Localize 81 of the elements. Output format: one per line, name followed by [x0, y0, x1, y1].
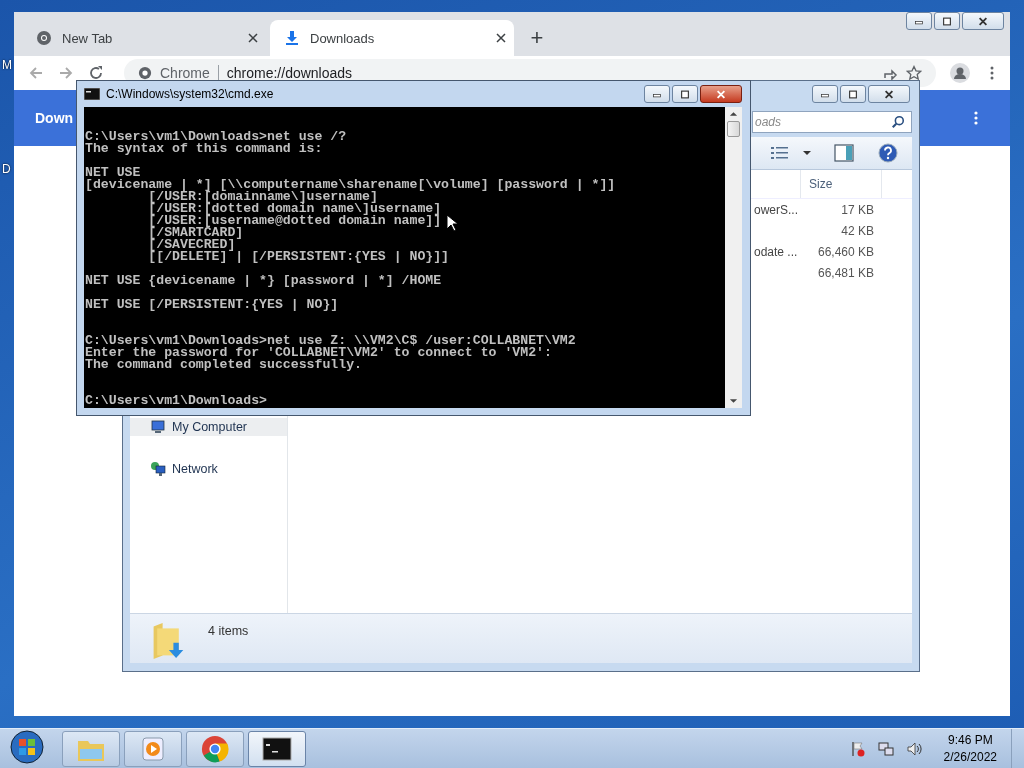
console-line: The command completed successfully.: [85, 359, 362, 371]
console-line: [/USER:[domainname\]username]: [148, 191, 378, 203]
browser-logo-icon: [36, 30, 52, 46]
caret-icon[interactable]: [802, 150, 812, 156]
browser-tab[interactable]: New Tab: [22, 20, 266, 56]
volume-icon[interactable]: [905, 740, 922, 757]
star-icon[interactable]: [906, 65, 922, 81]
console-line: [/USER:[username@dotted domain name]]: [147, 215, 442, 227]
minimize-button[interactable]: [644, 85, 670, 103]
close-icon[interactable]: [496, 33, 506, 43]
download-icon: [284, 30, 300, 46]
console-line: [/SMARTCARD]: [147, 227, 244, 239]
close-button[interactable]: [962, 12, 1004, 30]
maximize-icon: [847, 89, 859, 99]
new-tab-button[interactable]: +: [522, 20, 552, 56]
terminal-icon: [84, 88, 100, 100]
scroll-up-icon[interactable]: [729, 111, 738, 117]
window-title: C:\Windows\system32\cmd.exe: [106, 87, 274, 101]
preview-pane-icon[interactable]: [834, 144, 854, 162]
file-size: 42 KB: [840, 223, 874, 238]
file-size: 17 KB: [840, 202, 874, 217]
desktop-icon-label: M: [2, 58, 12, 72]
console-line: [/SAVECRED]: [147, 239, 236, 251]
console-line: C:\Users\vm1\Downloads>: [85, 395, 268, 407]
scroll-thumb[interactable]: [727, 121, 740, 137]
search-icon: [891, 115, 905, 129]
help-icon[interactable]: [878, 143, 898, 163]
maximize-button[interactable]: [840, 85, 866, 103]
maximize-button[interactable]: [934, 12, 960, 30]
windows-orb-icon: [10, 730, 44, 764]
maximize-button[interactable]: [672, 85, 698, 103]
computer-icon: [150, 419, 166, 435]
console-line: C:\Users\vm1\Downloads>net use Z: \\VM2\C$ /user:COLLABNET\VM2: [85, 335, 576, 347]
browser-logo-icon: [138, 66, 152, 80]
view-options-icon[interactable]: [770, 144, 790, 162]
maximize-icon: [941, 16, 953, 26]
search-field[interactable]: oads: [752, 111, 912, 133]
close-icon: [883, 89, 895, 99]
maximize-icon: [679, 89, 691, 99]
close-button[interactable]: [868, 85, 910, 103]
console-line: [/USER:[dotted domain name\]username]: [147, 203, 442, 215]
console-line: Enter the password for 'COLLABNET\VM2' to connect to 'VM2':: [85, 347, 552, 359]
close-icon[interactable]: [248, 33, 258, 43]
console-line: The syntax of this command is:: [85, 143, 323, 155]
console-line: [[/DELETE] | [/PERSISTENT:{YES | NO}]]: [147, 251, 450, 263]
console-line: [devicename | *] [\\computername\sharename[\volume] [password | *]]: [85, 179, 616, 191]
reload-icon[interactable]: [88, 65, 104, 81]
terminal-icon: [262, 734, 292, 763]
item-count: 4 items: [208, 624, 249, 638]
clock-date[interactable]: 2/26/2022: [943, 748, 997, 766]
mouse-pointer-icon: [446, 214, 458, 232]
file-name[interactable]: odate ...: [754, 244, 798, 259]
file-name[interactable]: owerS...: [754, 202, 798, 217]
scrollbar[interactable]: [725, 107, 742, 408]
console-line: C:\Users\vm1\Downloads>net use /?: [85, 131, 347, 143]
minimize-button[interactable]: [906, 12, 932, 30]
minimize-button[interactable]: [812, 85, 838, 103]
network-icon: [150, 461, 166, 477]
page-title: Down: [35, 110, 74, 126]
console-line: NET USE: [85, 167, 141, 179]
url-text: chrome://downloads: [226, 65, 353, 81]
profile-icon[interactable]: [950, 63, 970, 83]
scroll-down-icon[interactable]: [729, 398, 738, 404]
site-label: Chrome: [160, 65, 210, 81]
browser-tab[interactable]: Downloads: [270, 20, 514, 56]
nav-item[interactable]: Network: [130, 460, 287, 478]
column-header[interactable]: Size: [800, 170, 882, 198]
console-line: NET USE [/PERSISTENT:{YES | NO}]: [85, 299, 339, 311]
network-icon[interactable]: [877, 740, 894, 757]
nav-item[interactable]: My Computer: [130, 418, 287, 436]
close-icon: [715, 89, 727, 99]
flag-icon[interactable]: [849, 740, 866, 757]
clock-time[interactable]: 9:46 PM: [947, 731, 993, 749]
file-size: 66,481 KB: [816, 265, 874, 280]
console-line: NET USE {devicename | *} [password | *] /HOME: [85, 275, 442, 287]
close-button[interactable]: [700, 85, 742, 103]
file-size: 66,460 KB: [816, 244, 874, 259]
close-icon: [977, 16, 989, 26]
browser-logo-icon: [200, 734, 230, 763]
taskbar-button[interactable]: [248, 730, 306, 767]
desktop-icon-label: D: [2, 162, 11, 176]
